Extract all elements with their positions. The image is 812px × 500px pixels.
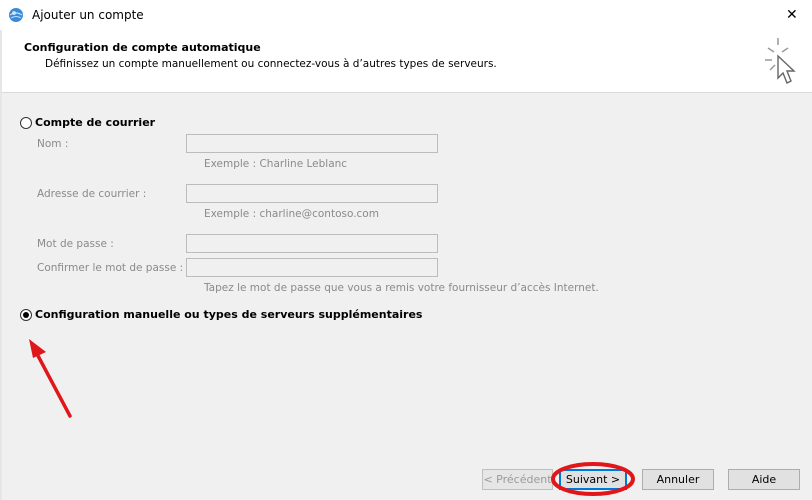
- manual-config-label[interactable]: Configuration manuelle ou types de serve…: [35, 308, 422, 321]
- email-field[interactable]: [186, 184, 438, 203]
- name-label: Nom :: [37, 138, 69, 150]
- close-icon: ✕: [786, 7, 798, 23]
- name-hint: Exemple : Charline Leblanc: [204, 158, 348, 170]
- outlook-globe-icon: [9, 8, 23, 22]
- page-subtitle: Définissez un compte manuellement ou con…: [45, 58, 497, 70]
- wizard-header: Configuration de compte automatique Défi…: [0, 30, 812, 93]
- window-border: [0, 30, 2, 500]
- previous-button[interactable]: < Précédent: [482, 469, 553, 490]
- window-title: Ajouter un compte: [32, 8, 144, 22]
- email-account-radio[interactable]: [20, 117, 32, 129]
- name-field[interactable]: [186, 134, 438, 153]
- page-title: Configuration de compte automatique: [24, 41, 261, 54]
- confirm-password-label: Confirmer le mot de passe :: [37, 262, 184, 274]
- cancel-button[interactable]: Annuler: [642, 469, 714, 490]
- title-bar: Ajouter un compte ✕: [0, 0, 812, 30]
- email-label: Adresse de courrier :: [37, 188, 147, 200]
- next-button[interactable]: Suivant >: [559, 469, 627, 490]
- red-arrow-head: [29, 339, 46, 358]
- red-arrow-annotation: [34, 350, 72, 418]
- email-hint: Exemple : charline@contoso.com: [204, 208, 379, 220]
- radio-selected-dot: [23, 312, 29, 318]
- help-button[interactable]: Aide: [728, 469, 800, 490]
- manual-config-radio[interactable]: [20, 309, 32, 321]
- email-account-label[interactable]: Compte de courrier: [35, 116, 155, 129]
- password-hint: Tapez le mot de passe que vous a remis v…: [204, 282, 599, 294]
- confirm-password-field[interactable]: [186, 258, 438, 277]
- close-button[interactable]: ✕: [782, 0, 812, 30]
- password-label: Mot de passe :: [37, 238, 114, 250]
- sparkle-cursor-icon: [765, 38, 796, 84]
- password-field[interactable]: [186, 234, 438, 253]
